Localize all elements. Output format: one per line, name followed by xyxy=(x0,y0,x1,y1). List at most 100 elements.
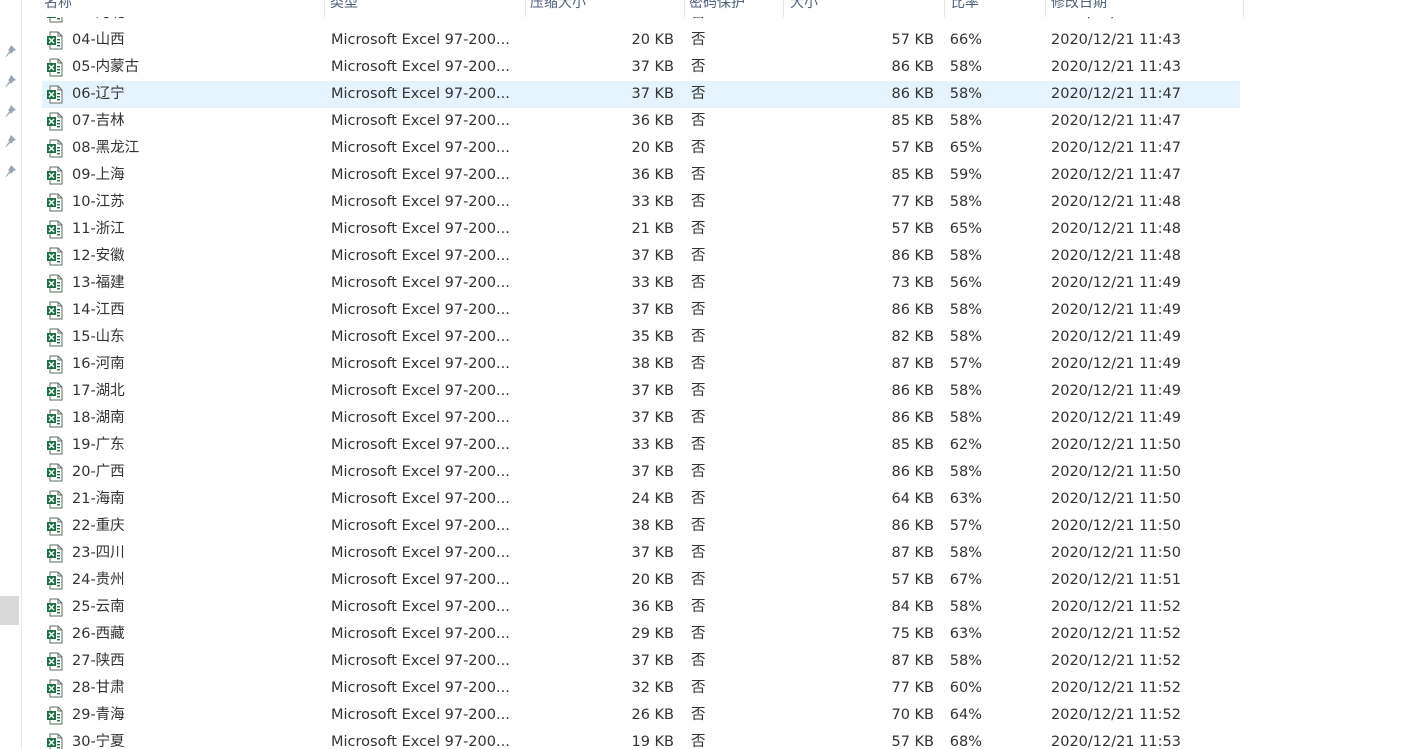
file-size: 57 KB xyxy=(891,221,934,237)
file-type: Microsoft Excel 97-200... xyxy=(331,464,510,480)
file-ratio: 67% xyxy=(949,572,982,588)
file-ratio: 58% xyxy=(949,86,982,102)
nav-scroll-thumb[interactable] xyxy=(0,596,19,625)
file-row[interactable]: 06-辽宁 Microsoft Excel 97-200... 37 KB 否 86 K… xyxy=(42,81,1240,108)
file-password: 否 xyxy=(691,59,706,75)
file-date: 2020/12/21 11:49 xyxy=(1051,275,1181,291)
pin-icon[interactable] xyxy=(3,164,17,178)
file-row[interactable]: 26-西藏 Microsoft Excel 97-200... 29 KB 否 75 K… xyxy=(42,621,1240,648)
file-password: 否 xyxy=(691,356,706,372)
file-row[interactable]: 04-山西 Microsoft Excel 97-200... 20 KB 否 57 K… xyxy=(42,27,1240,54)
file-date: 2020/12/21 11:49 xyxy=(1051,356,1181,372)
excel-file-icon xyxy=(46,459,64,486)
excel-file-icon xyxy=(46,594,64,621)
file-date: 2020/12/21 11:50 xyxy=(1051,464,1181,480)
file-password: 否 xyxy=(691,653,706,669)
file-size: 82 KB xyxy=(891,329,934,345)
column-header-size[interactable]: 大小 xyxy=(790,0,945,17)
file-password: 否 xyxy=(691,140,706,156)
file-row[interactable]: 23-四川 Microsoft Excel 97-200... 37 KB 否 87 K… xyxy=(42,540,1240,567)
column-header-password[interactable]: 密码保护 xyxy=(689,0,784,17)
file-password: 否 xyxy=(691,167,706,183)
column-header-name[interactable]: 名称 xyxy=(44,0,325,17)
column-header-date[interactable]: 修改日期 xyxy=(1051,0,1244,17)
file-type: Microsoft Excel 97-200... xyxy=(331,59,510,75)
file-type: Microsoft Excel 97-200... xyxy=(331,707,510,723)
file-row[interactable]: 22-重庆 Microsoft Excel 97-200... 38 KB 否 86 K… xyxy=(42,513,1240,540)
file-row[interactable]: 29-青海 Microsoft Excel 97-200... 26 KB 否 70 K… xyxy=(42,702,1240,729)
file-row[interactable]: 24-贵州 Microsoft Excel 97-200... 20 KB 否 57 K… xyxy=(42,567,1240,594)
file-ratio: 58% xyxy=(949,464,982,480)
file-row[interactable]: 11-浙江 Microsoft Excel 97-200... 21 KB 否 57 K… xyxy=(42,216,1240,243)
file-name: 17-湖北 xyxy=(72,383,125,399)
file-ratio: 58% xyxy=(949,653,982,669)
file-type: Microsoft Excel 97-200... xyxy=(331,140,510,156)
file-password: 否 xyxy=(691,194,706,210)
file-row[interactable]: 08-黑龙江 Microsoft Excel 97-200... 20 KB 否 57 … xyxy=(42,135,1240,162)
excel-file-icon xyxy=(46,108,64,135)
file-row[interactable]: 20-广西 Microsoft Excel 97-200... 37 KB 否 86 K… xyxy=(42,459,1240,486)
pin-icon[interactable] xyxy=(3,74,17,88)
file-row[interactable]: 12-安徽 Microsoft Excel 97-200... 37 KB 否 86 K… xyxy=(42,243,1240,270)
file-row[interactable]: 19-广东 Microsoft Excel 97-200... 33 KB 否 85 K… xyxy=(42,432,1240,459)
file-type: Microsoft Excel 97-200... xyxy=(331,491,510,507)
file-row[interactable]: 13-福建 Microsoft Excel 97-200... 33 KB 否 73 K… xyxy=(42,270,1240,297)
file-date: 2020/12/21 11:49 xyxy=(1051,410,1181,426)
file-size: 85 KB xyxy=(891,167,934,183)
pin-icon[interactable] xyxy=(3,44,17,58)
file-size: 87 KB xyxy=(891,545,934,561)
file-row[interactable]: 15-山东 Microsoft Excel 97-200... 35 KB 否 82 K… xyxy=(42,324,1240,351)
file-type: Microsoft Excel 97-200... xyxy=(331,572,510,588)
file-date: 2020/12/21 11:43 xyxy=(1051,32,1181,48)
column-header-type[interactable]: 类型 xyxy=(330,0,526,17)
file-date: 2020/12/21 11:51 xyxy=(1051,572,1181,588)
file-row[interactable]: 16-河南 Microsoft Excel 97-200... 38 KB 否 87 K… xyxy=(42,351,1240,378)
file-name: 20-广西 xyxy=(72,464,125,480)
file-size: 87 KB xyxy=(891,653,934,669)
file-size: 75 KB xyxy=(891,626,934,642)
excel-file-icon xyxy=(46,189,64,216)
file-compressed-size: 37 KB xyxy=(631,410,674,426)
file-type: Microsoft Excel 97-200... xyxy=(331,86,510,102)
file-row[interactable]: 07-吉林 Microsoft Excel 97-200... 36 KB 否 85 K… xyxy=(42,108,1240,135)
file-compressed-size: 35 KB xyxy=(631,329,674,345)
file-password: 否 xyxy=(691,221,706,237)
file-row[interactable]: 14-江西 Microsoft Excel 97-200... 37 KB 否 86 K… xyxy=(42,297,1240,324)
file-ratio: 63% xyxy=(949,491,982,507)
file-row[interactable]: 05-内蒙古 Microsoft Excel 97-200... 37 KB 否 86 … xyxy=(42,54,1240,81)
file-date: 2020/12/21 11:52 xyxy=(1051,626,1181,642)
file-ratio: 56% xyxy=(949,275,982,291)
file-type: Microsoft Excel 97-200... xyxy=(331,167,510,183)
file-row[interactable]: 30-宁夏 Microsoft Excel 97-200... 19 KB 否 57 K… xyxy=(42,729,1240,749)
file-row[interactable]: 28-甘肃 Microsoft Excel 97-200... 32 KB 否 77 K… xyxy=(42,675,1240,702)
file-row[interactable]: 21-海南 Microsoft Excel 97-200... 24 KB 否 64 K… xyxy=(42,486,1240,513)
file-compressed-size: 37 KB xyxy=(631,464,674,480)
column-header-compressed-size[interactable]: 压缩大小 xyxy=(530,0,685,17)
file-row[interactable]: 18-湖南 Microsoft Excel 97-200... 37 KB 否 86 K… xyxy=(42,405,1240,432)
file-password: 否 xyxy=(691,572,706,588)
file-row[interactable]: 10-江苏 Microsoft Excel 97-200... 33 KB 否 77 K… xyxy=(42,189,1240,216)
file-row[interactable]: 25-云南 Microsoft Excel 97-200... 36 KB 否 84 K… xyxy=(42,594,1240,621)
file-size: 86 KB xyxy=(891,59,934,75)
file-compressed-size: 33 KB xyxy=(631,437,674,453)
file-name: 27-陕西 xyxy=(72,653,125,669)
file-name: 07-吉林 xyxy=(72,113,125,129)
file-ratio: 58% xyxy=(949,194,982,210)
file-compressed-size: 37 KB xyxy=(631,653,674,669)
file-password: 否 xyxy=(691,599,706,615)
pin-icon[interactable] xyxy=(3,104,17,118)
column-header-ratio[interactable]: 比率 xyxy=(951,0,1046,17)
excel-file-icon xyxy=(46,513,64,540)
file-row[interactable]: 09-上海 Microsoft Excel 97-200... 36 KB 否 85 K… xyxy=(42,162,1240,189)
file-size: 57 KB xyxy=(891,32,934,48)
file-ratio: 68% xyxy=(949,734,982,749)
file-date: 2020/12/21 11:48 xyxy=(1051,194,1181,210)
file-ratio: 66% xyxy=(949,32,982,48)
file-row[interactable]: 27-陕西 Microsoft Excel 97-200... 37 KB 否 87 K… xyxy=(42,648,1240,675)
pin-icon[interactable] xyxy=(3,134,17,148)
file-size: 86 KB xyxy=(891,464,934,480)
file-password: 否 xyxy=(691,410,706,426)
file-type: Microsoft Excel 97-200... xyxy=(331,410,510,426)
file-row[interactable]: 17-湖北 Microsoft Excel 97-200... 37 KB 否 86 K… xyxy=(42,378,1240,405)
file-password: 否 xyxy=(691,734,706,749)
